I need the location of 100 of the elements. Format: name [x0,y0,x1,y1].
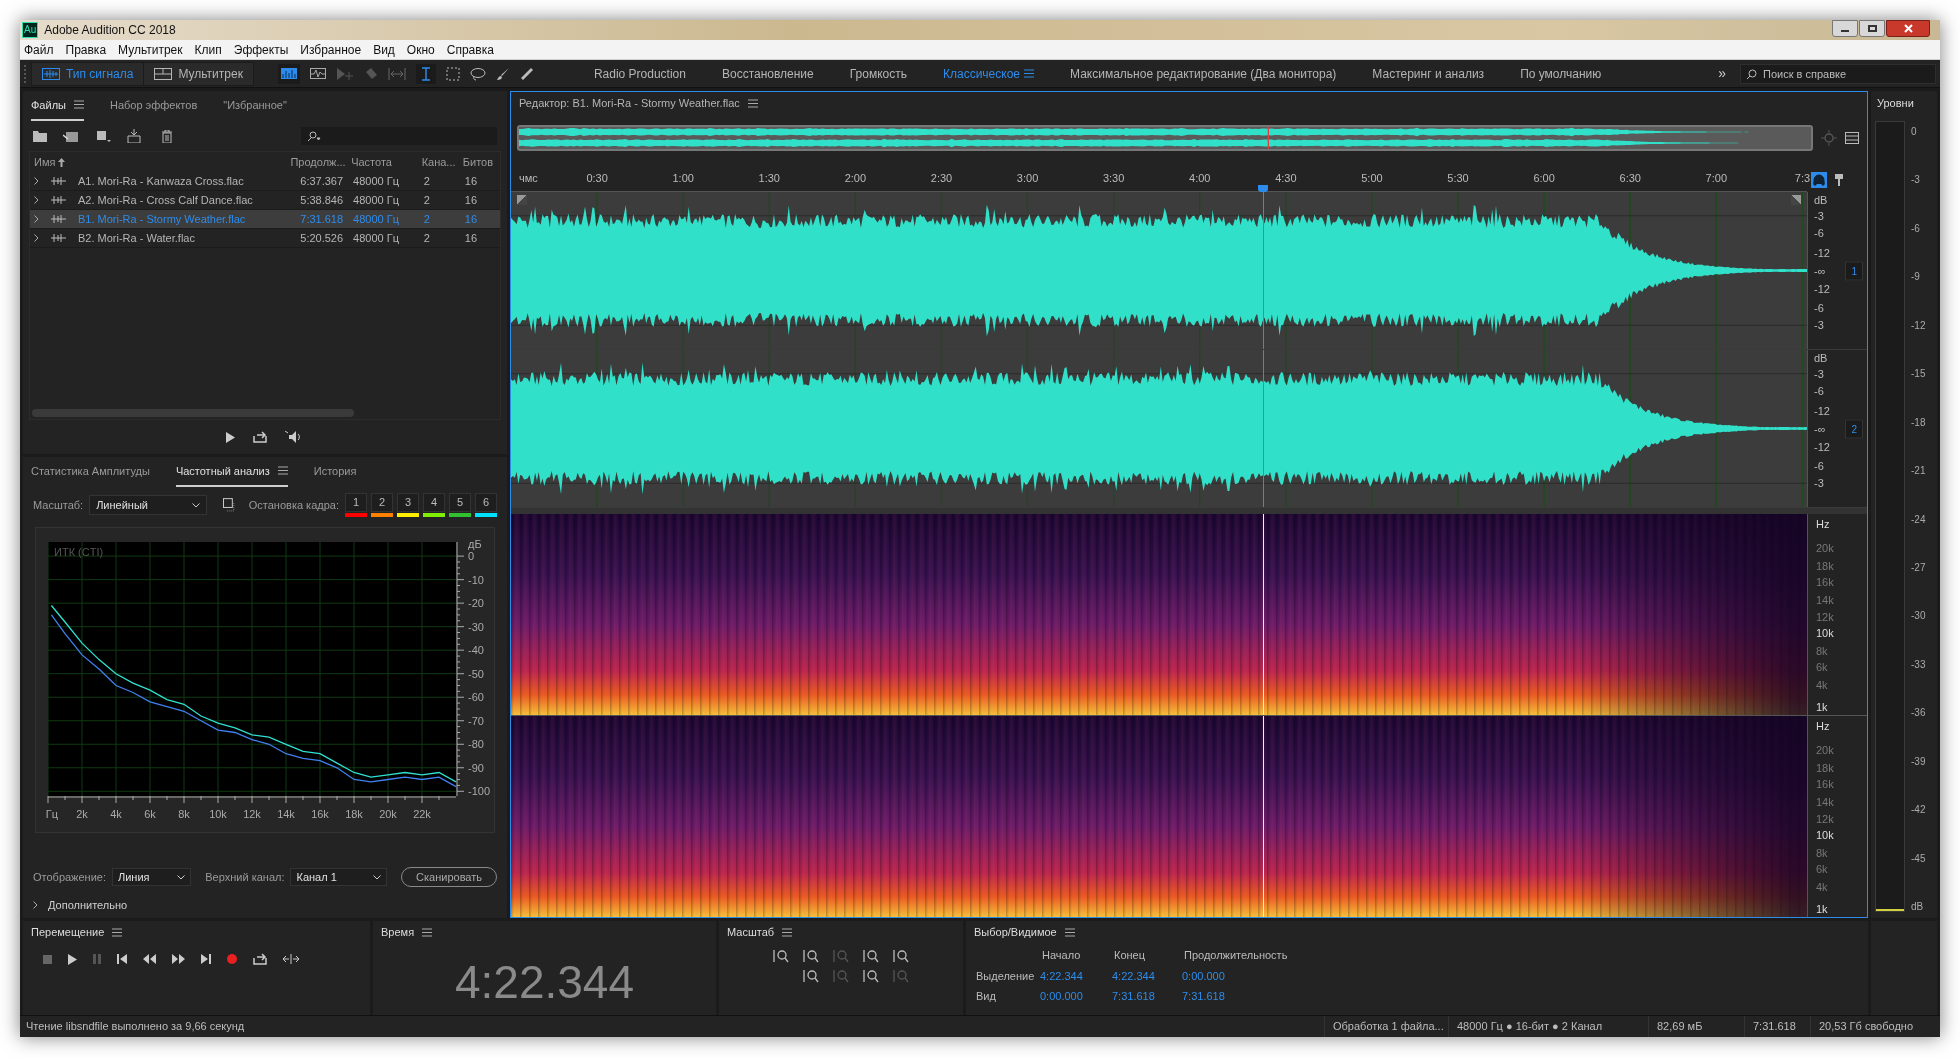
zoom-in-out-point-icon[interactable] [863,949,879,963]
freeze-frame-button[interactable]: 4 [423,493,445,512]
menu-icon[interactable] [277,466,288,476]
menu-icon[interactable] [747,98,758,108]
menu-icon[interactable] [73,100,84,110]
column-header[interactable]: Имя [34,153,56,171]
menu-icon[interactable] [1064,927,1075,937]
menu-icon[interactable] [422,927,433,937]
rewind-icon[interactable] [143,954,156,964]
zoom-in-amplitude-icon[interactable] [773,949,789,963]
channel-badge[interactable]: 2 [1845,419,1863,438]
menu-item[interactable]: Окно [406,40,435,59]
expand-chevron-icon[interactable] [34,196,39,204]
record-icon[interactable] [227,954,237,964]
search-field[interactable]: Поиск в справке [1740,63,1936,84]
menu-item[interactable]: Правка [65,40,107,59]
zoom-out-amplitude-icon[interactable] [803,949,819,963]
slip-tool-icon[interactable] [387,67,406,80]
menu-icon[interactable] [1024,69,1034,78]
freeze-frame-button[interactable]: 1 [345,493,367,512]
lasso-tool-icon[interactable] [469,66,486,81]
panel-tab[interactable]: Набор эффектов [109,96,198,113]
menu-item[interactable]: Избранное [300,40,362,59]
zoom-to-point-icon[interactable] [863,969,879,983]
stop-icon[interactable] [43,954,52,964]
time-value[interactable]: 7:31.618 [1112,988,1182,1005]
display-dropdown[interactable]: Линия [112,868,192,886]
waveform-view-icon[interactable] [309,68,326,79]
column-header[interactable]: Продолж... [288,153,350,171]
time-value[interactable]: 4:22.344 [1040,967,1112,984]
new-file-icon[interactable] [95,129,111,143]
skip-to-start-icon[interactable] [117,954,127,964]
expand-chevron-icon[interactable] [34,234,39,242]
workspace-tab[interactable]: Классическое [943,64,1020,83]
play-icon[interactable] [225,431,235,443]
frame-icon[interactable] [223,498,237,512]
freeze-frame-button[interactable]: 5 [449,493,471,512]
panel-tab[interactable]: Файлы [31,96,66,113]
panel-tab[interactable]: История [313,462,357,479]
marquee-tool-icon[interactable] [445,66,460,81]
mode-button[interactable]: Тип сигнала [32,62,144,85]
time-value[interactable]: 0:00.000 [1182,967,1302,984]
column-header[interactable]: Частота [349,153,420,171]
zoom-in-time-icon[interactable] [803,969,819,983]
list-icon[interactable] [1845,132,1859,144]
scale-dropdown[interactable]: Линейный [89,495,208,515]
freeze-frame-button[interactable]: 6 [475,493,497,512]
workspace-tab[interactable]: Восстановление [721,64,814,83]
mode-button[interactable]: Мультитрек [144,62,253,85]
splitter-handle[interactable] [511,508,1867,514]
skip-to-end-icon[interactable] [201,954,211,964]
restore-button[interactable] [1859,20,1885,37]
skip-selection-icon[interactable] [283,954,299,964]
time-value[interactable]: 4:22.344 [1112,967,1182,984]
section-toggle[interactable]: Дополнительно [48,896,128,914]
menu-item[interactable]: Мультитрек [118,40,183,59]
loop-icon[interactable] [252,431,267,443]
spectral-view-button[interactable] [277,63,300,84]
spot-healing-tool-icon[interactable] [519,66,534,81]
trash-icon[interactable] [161,129,173,143]
column-header[interactable]: Кана... [419,153,461,171]
panel-tab[interactable]: Статистика Амплитуды [31,462,150,479]
import-icon[interactable] [63,129,79,143]
menu-item[interactable]: Клип [194,40,222,59]
channel-badge[interactable]: 1 [1845,261,1863,280]
freeze-frame-button[interactable]: 3 [397,493,419,512]
workspace-tab[interactable]: Максимальное редактирование (Два монитора) [1070,64,1337,83]
column-header[interactable]: Битов [460,153,500,171]
menu-item[interactable]: Эффекты [233,40,289,59]
overflow-button[interactable]: » [1718,63,1726,84]
menu-icon[interactable] [112,927,123,937]
workspace-tab[interactable]: Мастеринг и анализ [1372,64,1485,83]
workspace-tab[interactable]: По умолчанию [1520,64,1602,83]
fast-forward-icon[interactable] [172,954,185,964]
expand-chevron-icon[interactable] [34,215,39,223]
search-field[interactable] [301,127,497,145]
fade-out-handle[interactable] [1791,195,1801,205]
fade-in-handle[interactable] [517,195,527,205]
workspace-tab[interactable]: Radio Production [593,64,686,83]
file-row[interactable]: B2. Mori-Ra - Water.flac 5:20.526 48000 Гц 2 16 [30,229,500,248]
time-value[interactable]: 0:00.000 [1040,988,1112,1005]
expand-chevron-icon[interactable] [34,177,39,185]
pin-icon[interactable] [1835,174,1843,186]
menu-item[interactable]: Справка [446,40,494,59]
brush-tool-icon[interactable] [495,66,510,81]
panel-tab[interactable]: "Избранное" [223,96,287,113]
time-value[interactable]: 7:31.618 [1182,988,1302,1005]
file-row[interactable]: A1. Mori-Ra - Kanwaza Cross.flac 6:37.367 48000 Гц 2 16 [30,172,500,191]
play-icon[interactable] [68,953,77,965]
time-selection-tool-button[interactable] [415,63,436,84]
close-button[interactable] [1886,20,1930,37]
zoom-selection-icon[interactable] [893,949,909,963]
loop-icon[interactable] [253,953,267,965]
channel-dropdown[interactable]: Канал 1 [290,868,388,886]
minimize-button[interactable] [1832,20,1858,37]
menu-icon[interactable] [782,927,793,937]
expand-chevron-icon[interactable] [33,901,38,909]
panel-tab[interactable]: Частотный анализ [175,462,270,479]
freeze-frame-button[interactable]: 2 [371,493,393,512]
folder-icon[interactable] [33,130,47,142]
